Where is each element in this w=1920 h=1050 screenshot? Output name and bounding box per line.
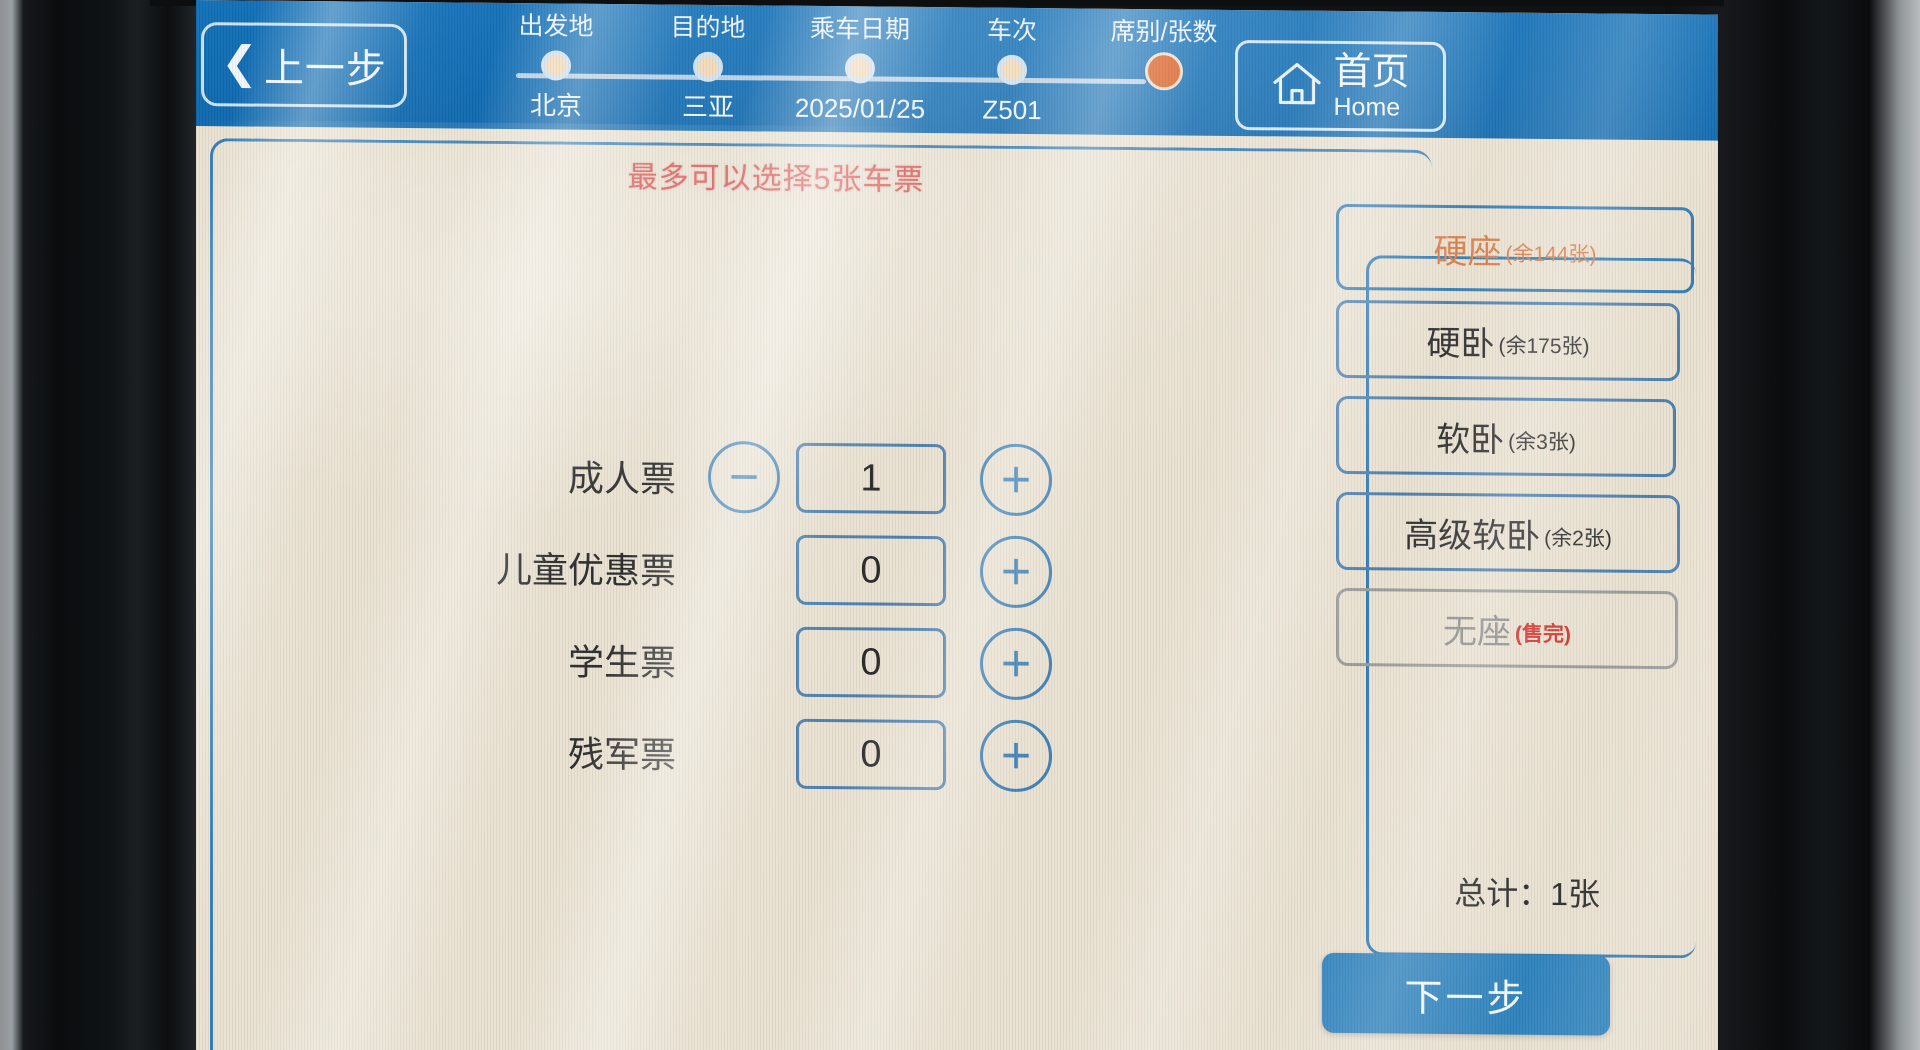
plus-icon: + [1000,726,1032,786]
kiosk-bezel-left [0,0,196,1050]
kiosk-screen: ❮ 上一步 出发地 北京 目的地 三亚 乘车日期 2025/01/25 车次 Z… [196,0,1718,1050]
passenger-row-child: 儿童优惠票 0 + [346,519,1166,619]
plus-icon: + [1000,542,1032,602]
step-dot-icon [693,51,723,83]
home-button[interactable]: 首页 Home [1235,39,1446,132]
seat-class-option-hard-seat[interactable]: 硬座 (余144张) [1336,203,1694,294]
step-dot-icon-active [1145,52,1183,91]
header-bar: ❮ 上一步 出发地 北京 目的地 三亚 乘车日期 2025/01/25 车次 Z… [196,0,1718,141]
passenger-row-student: 学生票 0 + [346,611,1166,711]
seat-class-name: 硬卧 [1426,324,1495,363]
seat-class-name: 无座 [1443,612,1511,652]
next-step-button[interactable]: 下一步 [1322,952,1610,1036]
increment-button-disabled-military[interactable]: + [980,719,1052,793]
passenger-row-adult: 成人票 − 1 + [346,427,1166,527]
seat-class-option-standing: 无座 (售完) [1336,587,1678,670]
seat-class-name: 硬座 [1433,232,1502,272]
back-button[interactable]: ❮ 上一步 [201,22,407,109]
increment-button-adult[interactable]: + [980,443,1052,517]
increment-button-child[interactable]: + [980,535,1052,609]
seat-class-option-deluxe-soft-sleeper[interactable]: 高级软卧 (余2张) [1336,491,1680,574]
step-caption: 席别/张数 [1110,17,1218,47]
chevron-left-icon: ❮ [221,37,258,88]
plus-icon: + [1000,450,1032,510]
back-button-label: 上一步 [263,46,387,92]
step-dot-icon [845,53,875,84]
kiosk-photo: ❮ 上一步 出发地 北京 目的地 三亚 乘车日期 2025/01/25 车次 Z… [0,0,1920,1050]
stepper-step-seat-count[interactable]: 席别/张数 [1074,16,1254,96]
passenger-row-label: 学生票 [567,641,676,684]
minus-icon: − [728,448,760,507]
step-dot-icon [997,54,1027,85]
plus-icon: + [1000,634,1032,694]
home-button-label-en: Home [1333,92,1401,122]
seat-class-option-soft-sleeper[interactable]: 软卧 (余3张) [1336,395,1676,478]
quantity-input-disabled-military[interactable]: 0 [796,718,946,791]
passenger-row-label: 残军票 [567,733,676,776]
content-area: 最多可以选择5张车票 成人票 − 1 + 儿童优惠票 0 + 学生票 0 + 残… [196,126,1718,1050]
seat-class-sold-out-badge: (售完) [1515,622,1571,647]
seat-class-option-hard-sleeper[interactable]: 硬卧 (余175张) [1336,299,1680,382]
quantity-input-adult[interactable]: 1 [796,442,946,515]
seat-class-panel: 硬座 (余144张) 硬卧 (余175张) 软卧 (余3张) 高级软卧 (余2张… [1336,203,1696,959]
total-tickets-label: 总计：1张 [1454,875,1600,913]
increment-button-student[interactable]: + [980,627,1052,701]
seat-class-name: 高级软卧 [1404,516,1541,556]
passenger-row-label: 儿童优惠票 [495,548,676,592]
seat-class-count: (余3张) [1508,430,1576,455]
passenger-row-label: 成人票 [567,457,676,500]
passenger-row-disabled-military: 残军票 0 + [346,703,1166,803]
seat-class-list: 硬座 (余144张) 硬卧 (余175张) 软卧 (余3张) 高级软卧 (余2张… [1336,203,1694,687]
quantity-input-child[interactable]: 0 [796,534,946,607]
seat-class-count: (余175张) [1498,334,1590,359]
seat-class-name: 软卧 [1436,420,1505,460]
decrement-button-adult[interactable]: − [708,440,780,514]
passenger-type-list: 成人票 − 1 + 儿童优惠票 0 + 学生票 0 + 残军票 0 + [346,427,1166,803]
seat-class-count: (余144张) [1505,242,1597,267]
home-icon [1271,60,1323,111]
seat-class-count: (余2张) [1544,526,1612,551]
step-value: Z501 [982,94,1042,126]
home-button-label-cn: 首页 [1333,50,1410,94]
quantity-input-student[interactable]: 0 [796,626,946,699]
step-dot-icon [541,50,571,81]
